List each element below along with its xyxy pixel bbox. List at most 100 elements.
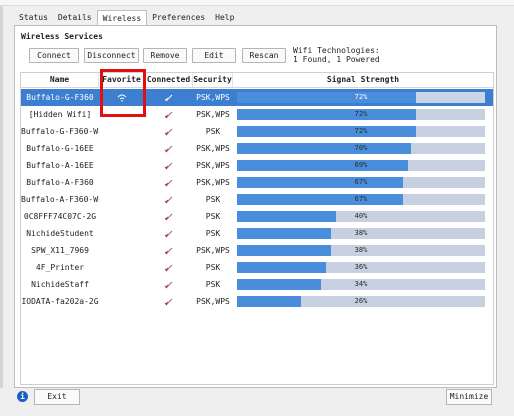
disconnected-icon — [164, 162, 173, 169]
network-name: SPW_X11_7969 — [31, 246, 89, 255]
signal-strength-label: 34% — [354, 280, 368, 288]
signal-strength-label: 72% — [354, 93, 368, 101]
col-name-header[interactable]: Name — [21, 73, 99, 87]
connect-button[interactable]: Connect — [29, 48, 79, 63]
security-cell: PSK — [205, 280, 221, 289]
edit-button[interactable]: Edit — [192, 48, 236, 63]
connected-cell — [145, 106, 193, 123]
left-edge — [0, 6, 3, 416]
col-security-header[interactable]: Security — [193, 73, 233, 87]
favorite-cell — [99, 174, 145, 191]
network-row[interactable]: 4F_Printer PSK 36% — [21, 259, 493, 276]
favorite-cell — [99, 157, 145, 174]
network-row[interactable]: SPW_X11_7969 PSK,WPS 38% — [21, 242, 493, 259]
network-list[interactable]: Name Favorite Connected Security Signal … — [20, 72, 494, 385]
wifi-technologies-info: Wifi Technologies: 1 Found, 1 Powered — [293, 46, 380, 64]
signal-strength-bar: 72% — [237, 109, 485, 120]
minimize-button[interactable]: Minimize — [446, 389, 492, 405]
disconnected-icon — [164, 247, 173, 254]
connected-cell — [145, 276, 193, 293]
security-cell: PSK,WPS — [196, 246, 230, 255]
signal-strength-bar: 34% — [237, 279, 485, 290]
tab-wireless[interactable]: Wireless — [96, 10, 148, 26]
network-row[interactable]: Buffalo-G-F360 PSK,WPS 72% — [21, 89, 493, 106]
connected-cell — [145, 140, 193, 157]
tab-preferences[interactable]: Preferences — [147, 10, 210, 25]
tab-details[interactable]: Details — [53, 10, 97, 25]
disconnected-icon — [164, 128, 173, 135]
signal-strength-bar: 36% — [237, 262, 485, 273]
network-row[interactable]: NichideStaff PSK 34% — [21, 276, 493, 293]
security-cell: PSK,WPS — [196, 161, 230, 170]
security-cell: PSK,WPS — [196, 297, 230, 306]
remove-button[interactable]: Remove — [143, 48, 187, 63]
disconnected-icon — [164, 145, 173, 152]
security-cell: PSK,WPS — [196, 110, 230, 119]
list-header: Name Favorite Connected Security Signal … — [21, 73, 493, 88]
favorite-cell — [99, 191, 145, 208]
favorite-cell — [99, 208, 145, 225]
disconnected-icon — [164, 94, 173, 101]
tab-status[interactable]: Status — [14, 10, 53, 25]
signal-strength-bar: 69% — [237, 160, 485, 171]
security-cell: PSK — [205, 127, 221, 136]
connected-cell — [145, 157, 193, 174]
connected-cell — [145, 242, 193, 259]
col-signal-header[interactable]: Signal Strength — [233, 73, 493, 87]
network-row[interactable]: 0C8FFF74C07C-2G PSK 40% — [21, 208, 493, 225]
network-row[interactable]: Buffalo-G-16EE PSK,WPS 70% — [21, 140, 493, 157]
signal-strength-bar: 40% — [237, 211, 485, 222]
signal-strength-label: 70% — [354, 144, 368, 152]
favorite-cell — [99, 293, 145, 310]
disconnected-icon — [164, 179, 173, 186]
signal-strength-label: 38% — [354, 229, 368, 237]
network-name: [Hidden Wifi] — [28, 110, 92, 119]
connected-cell — [145, 89, 193, 106]
network-name: Buffalo-A-F360 — [26, 178, 94, 187]
signal-strength-bar: 26% — [237, 296, 485, 307]
favorite-cell — [99, 242, 145, 259]
network-row[interactable]: Buffalo-A-F360 PSK,WPS 67% — [21, 174, 493, 191]
signal-strength-label: 36% — [354, 263, 368, 271]
network-row[interactable]: Buffalo-A-F360-WPA3 PSK 67% — [21, 191, 493, 208]
network-name: Buffalo-G-16EE — [26, 144, 94, 153]
connected-cell — [145, 225, 193, 242]
network-name: NichideStudent — [26, 229, 94, 238]
favorite-cell — [99, 276, 145, 293]
col-connected-header[interactable]: Connected — [145, 73, 193, 87]
network-row[interactable]: [Hidden Wifi] PSK,WPS 72% — [21, 106, 493, 123]
disconnected-icon — [164, 213, 173, 220]
section-title: Wireless Services — [21, 32, 103, 41]
network-name: Buffalo-A-16EE — [26, 161, 94, 170]
info-icon[interactable]: i — [17, 391, 28, 402]
network-row[interactable]: Buffalo-G-F360-WPA3 PSK 72% — [21, 123, 493, 140]
rescan-button[interactable]: Rescan — [242, 48, 286, 63]
signal-strength-bar: 70% — [237, 143, 485, 154]
connected-cell — [145, 174, 193, 191]
signal-strength-bar: 67% — [237, 177, 485, 188]
security-cell: PSK,WPS — [196, 93, 230, 102]
exit-button[interactable]: Exit — [34, 389, 80, 405]
connected-cell — [145, 259, 193, 276]
disconnected-icon — [164, 111, 173, 118]
connected-cell — [145, 123, 193, 140]
network-name: Buffalo-G-F360 — [26, 93, 94, 102]
tab-help[interactable]: Help — [210, 10, 239, 25]
signal-strength-bar: 38% — [237, 245, 485, 256]
network-row[interactable]: NichideStudent PSK 38% — [21, 225, 493, 242]
disconnected-icon — [164, 264, 173, 271]
favorite-cell — [99, 123, 145, 140]
network-row[interactable]: IODATA-fa202a-2G PSK,WPS 26% — [21, 293, 493, 310]
title-strip — [0, 0, 514, 6]
disconnect-button[interactable]: Disconnect — [84, 48, 139, 63]
disconnected-icon — [164, 196, 173, 203]
signal-strength-label: 38% — [354, 246, 368, 254]
security-cell: PSK — [205, 195, 221, 204]
security-cell: PSK — [205, 212, 221, 221]
network-row[interactable]: Buffalo-A-16EE PSK,WPS 69% — [21, 157, 493, 174]
network-name: Buffalo-G-F360-WPA3 — [21, 127, 99, 136]
network-name: Buffalo-A-F360-WPA3 — [21, 195, 99, 204]
network-name: NichideStaff — [31, 280, 89, 289]
connected-cell — [145, 191, 193, 208]
security-cell: PSK,WPS — [196, 178, 230, 187]
